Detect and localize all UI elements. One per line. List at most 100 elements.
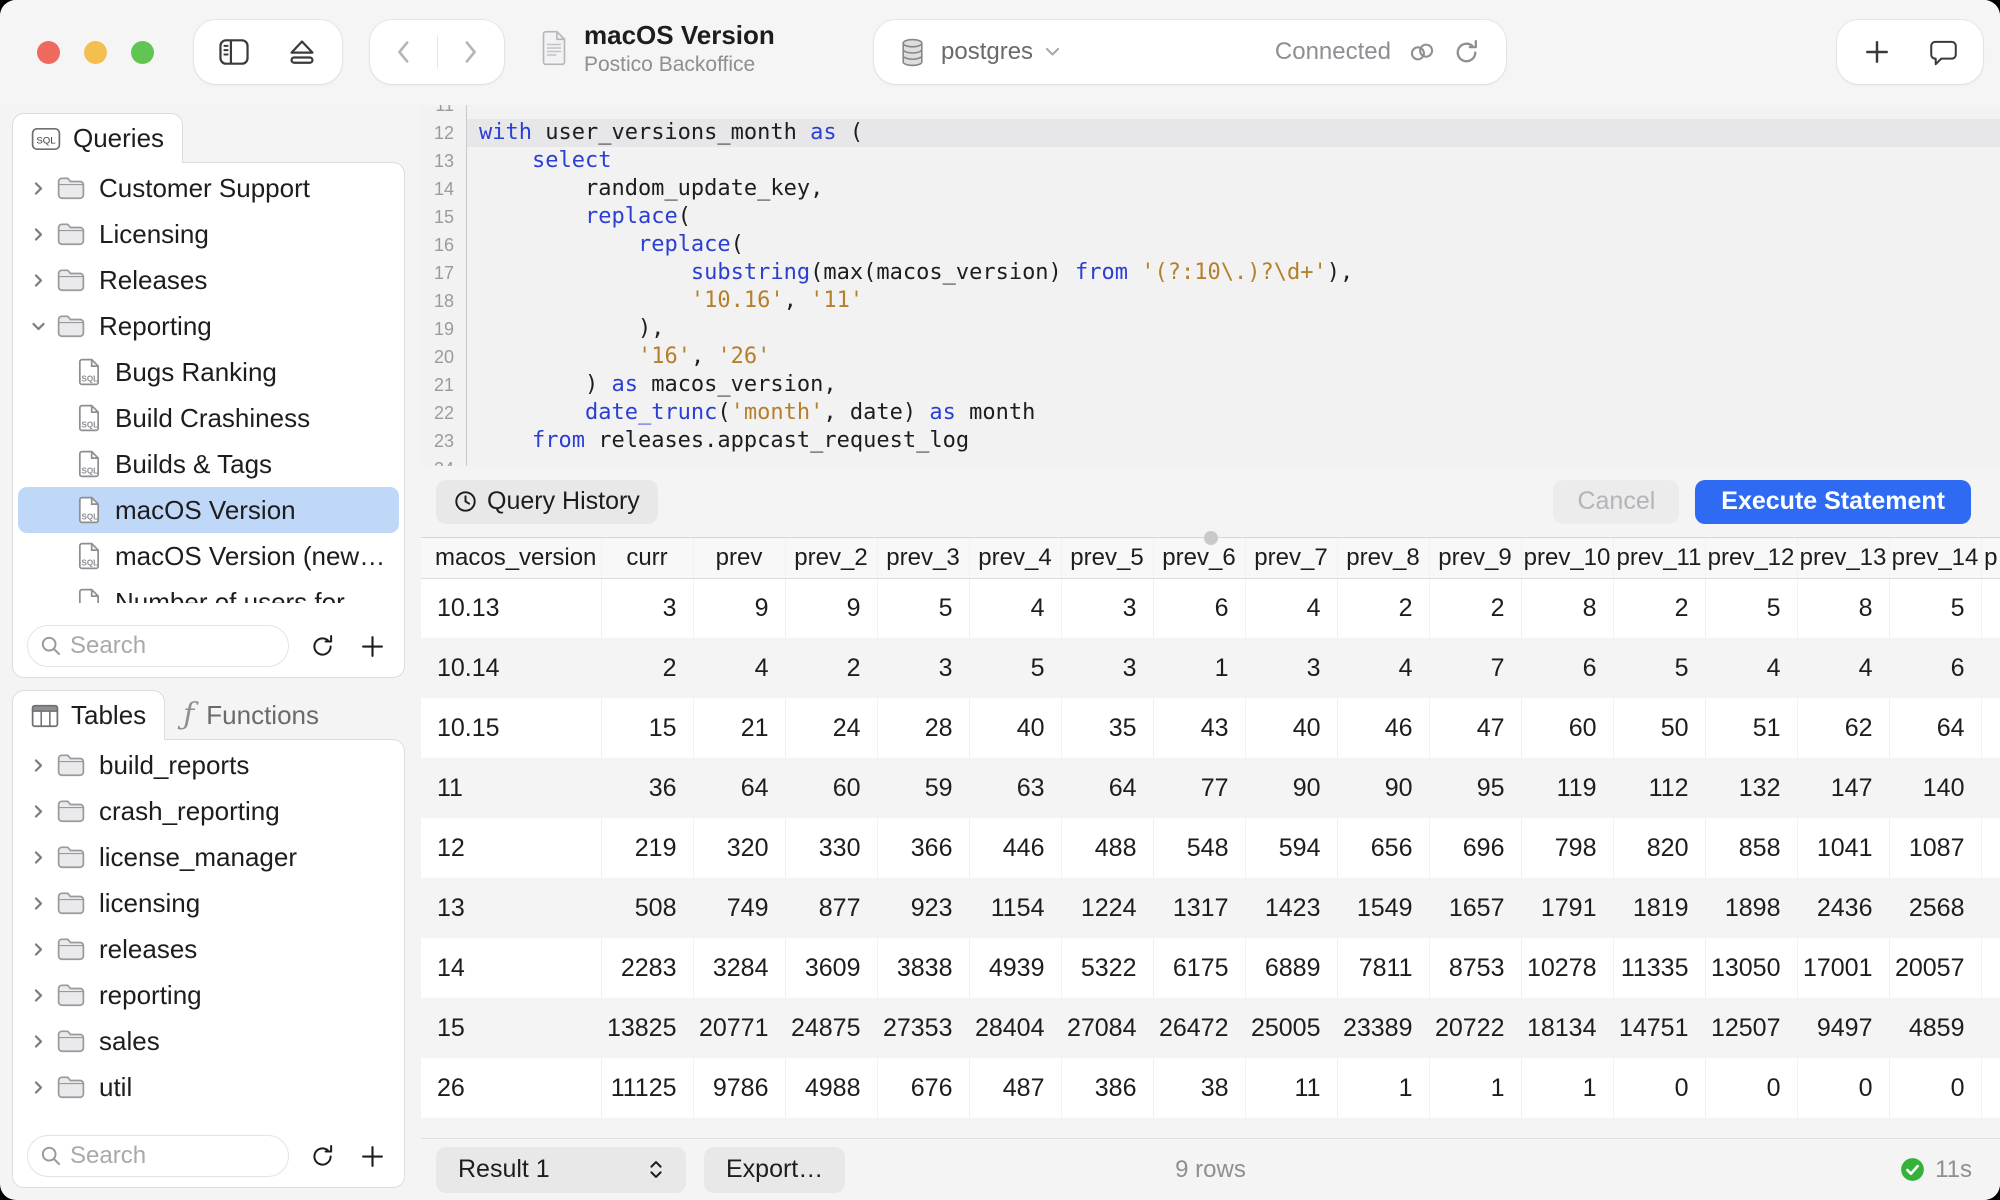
add-query-button[interactable] bbox=[354, 628, 390, 664]
cell-prev_14[interactable]: 140 bbox=[1889, 758, 1981, 818]
cell-prev_3[interactable]: 59 bbox=[877, 758, 969, 818]
disconnect-button[interactable] bbox=[275, 25, 329, 79]
cell-prev_13[interactable]: 8 bbox=[1797, 578, 1889, 638]
tables-search[interactable] bbox=[27, 1135, 289, 1177]
cell-prev_5[interactable]: 27084 bbox=[1061, 998, 1153, 1058]
cell-prev_10[interactable]: 6 bbox=[1521, 638, 1613, 698]
cell-prev[interactable]: 3284 bbox=[693, 938, 785, 998]
column-header-prev-11[interactable]: prev_11 bbox=[1613, 538, 1705, 578]
cell-prev_4[interactable]: 28404 bbox=[969, 998, 1061, 1058]
cell-prev_9[interactable]: 95 bbox=[1429, 758, 1521, 818]
cell-prev_14[interactable]: 5 bbox=[1889, 578, 1981, 638]
cell-macos-version[interactable]: 11 bbox=[421, 758, 601, 818]
cell-prev_2[interactable]: 3609 bbox=[785, 938, 877, 998]
chevron-right-icon[interactable] bbox=[27, 181, 49, 196]
sidebar-folder-sales[interactable]: sales bbox=[18, 1018, 399, 1064]
cell-prev_4[interactable]: 446 bbox=[969, 818, 1061, 878]
refresh-tables-button[interactable] bbox=[304, 1138, 340, 1174]
cell-prev_2[interactable]: 9 bbox=[785, 578, 877, 638]
cell-prev_14[interactable]: 20057 bbox=[1889, 938, 1981, 998]
column-header-prev-12[interactable]: prev_12 bbox=[1705, 538, 1797, 578]
cell-curr[interactable]: 36 bbox=[601, 758, 693, 818]
cell-prev_13[interactable]: 62 bbox=[1797, 698, 1889, 758]
add-table-button[interactable] bbox=[354, 1138, 390, 1174]
column-header-prev-5[interactable]: prev_5 bbox=[1061, 538, 1153, 578]
cell-prev[interactable]: 749 bbox=[693, 878, 785, 938]
export-button[interactable]: Export… bbox=[704, 1147, 845, 1193]
cell-prev_10[interactable]: 10278 bbox=[1521, 938, 1613, 998]
splitter-drag-handle[interactable] bbox=[1204, 531, 1218, 545]
chevron-right-icon[interactable] bbox=[27, 988, 49, 1003]
sql-editor[interactable]: 1112with user_versions_month as (13 sele… bbox=[421, 105, 2000, 466]
cell-prev_10[interactable]: 1 bbox=[1521, 1058, 1613, 1118]
cell-curr[interactable]: 2283 bbox=[601, 938, 693, 998]
column-header-prev-9[interactable]: prev_9 bbox=[1429, 538, 1521, 578]
cell-prev_9[interactable]: 7 bbox=[1429, 638, 1521, 698]
execute-statement-button[interactable]: Execute Statement bbox=[1695, 480, 1971, 524]
query-history-button[interactable]: Query History bbox=[436, 480, 658, 524]
cell-prev_10[interactable]: 119 bbox=[1521, 758, 1613, 818]
link-icon[interactable] bbox=[1404, 37, 1439, 67]
table-row-10-13[interactable]: 10.13399543642282585 bbox=[421, 578, 2000, 638]
cell-curr[interactable]: 508 bbox=[601, 878, 693, 938]
cell-prev_6[interactable]: 6175 bbox=[1153, 938, 1245, 998]
cell-prev_13[interactable]: 2436 bbox=[1797, 878, 1889, 938]
cell-prev_12[interactable]: 12507 bbox=[1705, 998, 1797, 1058]
column-header-prev-13[interactable]: prev_13 bbox=[1797, 538, 1889, 578]
table-row-12[interactable]: 1221932033036644648854859465669679882085… bbox=[421, 818, 2000, 878]
column-header-prev-8[interactable]: prev_8 bbox=[1337, 538, 1429, 578]
cell-prev_8[interactable]: 7811 bbox=[1337, 938, 1429, 998]
result-selector[interactable]: Result 1 bbox=[436, 1147, 686, 1193]
back-button[interactable] bbox=[376, 25, 430, 79]
cell-prev_11[interactable]: 11335 bbox=[1613, 938, 1705, 998]
cell-prev_6[interactable]: 1317 bbox=[1153, 878, 1245, 938]
sidebar-folder-reporting[interactable]: Reporting bbox=[18, 303, 399, 349]
cell-prev[interactable]: 9 bbox=[693, 578, 785, 638]
cell-macos-version[interactable]: 14 bbox=[421, 938, 601, 998]
sidebar-folder-reporting[interactable]: reporting bbox=[18, 972, 399, 1018]
cell-prev_4[interactable]: 63 bbox=[969, 758, 1061, 818]
chevron-right-icon[interactable] bbox=[27, 804, 49, 819]
queries-search-input[interactable] bbox=[70, 632, 260, 660]
queries-search[interactable] bbox=[27, 625, 289, 667]
cell-prev_12[interactable]: 5 bbox=[1705, 578, 1797, 638]
sidebar-folder-build-reports[interactable]: build_reports bbox=[18, 742, 399, 788]
cell-prev_2[interactable]: 330 bbox=[785, 818, 877, 878]
cancel-button[interactable]: Cancel bbox=[1553, 480, 1679, 524]
sidebar-folder-util[interactable]: util bbox=[18, 1064, 399, 1110]
cell-prev_4[interactable]: 487 bbox=[969, 1058, 1061, 1118]
sidebar-item-macos-version-new[interactable]: SQLmacOS Version (new… bbox=[18, 533, 399, 579]
cell-prev_7[interactable]: 6889 bbox=[1245, 938, 1337, 998]
cell-prev_10[interactable]: 1791 bbox=[1521, 878, 1613, 938]
cell-prev_11[interactable]: 2 bbox=[1613, 578, 1705, 638]
cell-prev_12[interactable]: 858 bbox=[1705, 818, 1797, 878]
cell-curr[interactable]: 3 bbox=[601, 578, 693, 638]
cell-prev_2[interactable]: 24 bbox=[785, 698, 877, 758]
cell-prev_4[interactable]: 1154 bbox=[969, 878, 1061, 938]
database-selector[interactable]: postgres bbox=[941, 38, 1033, 66]
cell-prev_7[interactable]: 594 bbox=[1245, 818, 1337, 878]
cell-prev_8[interactable]: 656 bbox=[1337, 818, 1429, 878]
column-header-prev-10[interactable]: prev_10 bbox=[1521, 538, 1613, 578]
cell-prev_9[interactable]: 8753 bbox=[1429, 938, 1521, 998]
cell-prev_5[interactable]: 5322 bbox=[1061, 938, 1153, 998]
cell-curr[interactable]: 2 bbox=[601, 638, 693, 698]
minimize-window-button[interactable] bbox=[84, 41, 107, 64]
cell-prev_3[interactable]: 28 bbox=[877, 698, 969, 758]
cell-prev_7[interactable]: 11 bbox=[1245, 1058, 1337, 1118]
cell-prev_4[interactable]: 4 bbox=[969, 578, 1061, 638]
table-row-10-14[interactable]: 10.14242353134765446 bbox=[421, 638, 2000, 698]
cell-prev_8[interactable]: 1 bbox=[1337, 1058, 1429, 1118]
cell-prev_12[interactable]: 1898 bbox=[1705, 878, 1797, 938]
sidebar-item-macos-version[interactable]: SQLmacOS Version bbox=[18, 487, 399, 533]
cell-curr[interactable]: 13825 bbox=[601, 998, 693, 1058]
column-header-prev-7[interactable]: prev_7 bbox=[1245, 538, 1337, 578]
cell-prev_5[interactable]: 386 bbox=[1061, 1058, 1153, 1118]
column-header-prev-6[interactable]: prev_6 bbox=[1153, 538, 1245, 578]
cell-prev_11[interactable]: 112 bbox=[1613, 758, 1705, 818]
cell-macos-version[interactable]: 26 bbox=[421, 1058, 601, 1118]
column-header-prev-4[interactable]: prev_4 bbox=[969, 538, 1061, 578]
sidebar-folder-crash-reporting[interactable]: crash_reporting bbox=[18, 788, 399, 834]
table-row-14[interactable]: 1422833284360938384939532261756889781187… bbox=[421, 938, 2000, 998]
cell-prev_6[interactable]: 548 bbox=[1153, 818, 1245, 878]
